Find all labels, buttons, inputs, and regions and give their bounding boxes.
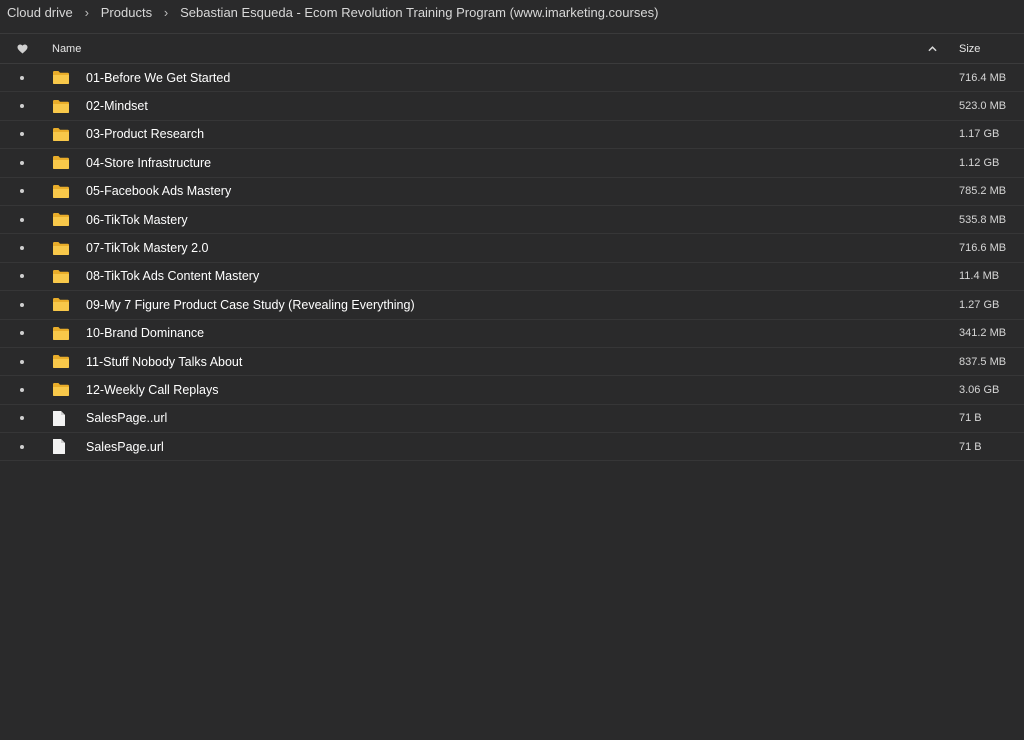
dot-icon <box>20 246 24 251</box>
folder-icon <box>52 92 70 119</box>
favorite-column-header[interactable] <box>0 34 44 63</box>
item-name[interactable]: 02-Mindset <box>86 92 148 119</box>
folder-row[interactable]: 05-Facebook Ads Mastery 785.2 MB <box>0 178 1024 206</box>
item-name[interactable]: 06-TikTok Mastery <box>86 206 188 233</box>
item-size: 716.6 MB <box>959 242 1007 255</box>
sort-ascending-button[interactable] <box>928 34 937 63</box>
dot-icon <box>20 387 24 392</box>
folder-row[interactable]: 01-Before We Get Started 716.4 MB <box>0 64 1024 93</box>
favorite-toggle[interactable] <box>0 121 44 148</box>
folder-icon <box>52 149 70 176</box>
size-column-header[interactable]: Size <box>959 34 980 63</box>
item-size: 837.5 MB <box>959 355 1007 368</box>
dot-icon <box>20 302 24 307</box>
folder-icon <box>52 263 70 290</box>
item-name[interactable]: 08-TikTok Ads Content Mastery <box>86 263 259 290</box>
folder-icon <box>52 178 70 205</box>
folder-icon <box>52 376 70 403</box>
dot-icon <box>20 274 24 279</box>
favorite-toggle[interactable] <box>0 178 44 205</box>
dot-icon <box>20 189 24 194</box>
item-name[interactable]: 12-Weekly Call Replays <box>86 376 218 403</box>
dot-icon <box>20 444 24 449</box>
breadcrumb-products[interactable]: Products <box>101 5 152 20</box>
folder-row[interactable]: 08-TikTok Ads Content Mastery 11.4 MB <box>0 263 1024 292</box>
rows-container: 01-Before We Get Started 716.4 MB 02-Minds… <box>0 64 1024 462</box>
item-size: 1.27 GB <box>959 298 1000 311</box>
favorite-toggle[interactable] <box>0 320 44 347</box>
item-name[interactable]: 07-TikTok Mastery 2.0 <box>86 234 209 261</box>
folder-row[interactable]: 11-Stuff Nobody Talks About 837.5 MB <box>0 348 1024 377</box>
dot-icon <box>20 416 24 421</box>
item-name[interactable]: 05-Facebook Ads Mastery <box>86 178 231 205</box>
folder-icon <box>52 320 70 347</box>
favorite-toggle[interactable] <box>0 376 44 403</box>
list-header: Name Size <box>0 34 1024 64</box>
dot-icon <box>20 160 24 165</box>
item-size: 71 B <box>959 412 982 425</box>
file-row[interactable]: SalesPage..url 71 B <box>0 405 1024 434</box>
file-list: Name Size 01-Before We Get Started 716.4 … <box>0 34 1024 462</box>
item-size: 716.4 MB <box>959 71 1007 84</box>
folder-row[interactable]: 02-Mindset 523.0 MB <box>0 92 1024 121</box>
dot-icon <box>20 104 24 109</box>
item-size: 341.2 MB <box>959 327 1007 340</box>
folder-icon <box>52 348 70 375</box>
dot-icon <box>20 359 24 364</box>
breadcrumb-current-folder[interactable]: Sebastian Esqueda - Ecom Revolution Trai… <box>180 5 658 20</box>
folder-row[interactable]: 03-Product Research 1.17 GB <box>0 121 1024 150</box>
item-size: 785.2 MB <box>959 185 1007 198</box>
item-size: 1.17 GB <box>959 128 1000 141</box>
file-icon <box>52 405 66 432</box>
item-size: 1.12 GB <box>959 156 1000 169</box>
folder-icon <box>52 291 70 318</box>
item-name[interactable]: 10-Brand Dominance <box>86 320 204 347</box>
favorite-toggle[interactable] <box>0 206 44 233</box>
breadcrumb-cloud-drive[interactable]: Cloud drive <box>7 5 73 20</box>
favorite-toggle[interactable] <box>0 92 44 119</box>
folder-row[interactable]: 10-Brand Dominance 341.2 MB <box>0 320 1024 348</box>
heart-icon <box>17 43 27 54</box>
folder-row[interactable]: 06-TikTok Mastery 535.8 MB <box>0 206 1024 235</box>
file-row[interactable]: SalesPage.url 71 B <box>0 433 1024 462</box>
name-column-header[interactable]: Name <box>52 34 81 63</box>
item-name[interactable]: 03-Product Research <box>86 121 204 148</box>
item-size: 3.06 GB <box>959 383 1000 396</box>
favorite-toggle[interactable] <box>0 64 44 91</box>
breadcrumb-separator-icon: › <box>163 4 169 20</box>
dot-icon <box>20 75 24 80</box>
folder-icon <box>52 234 70 261</box>
favorite-toggle[interactable] <box>0 263 44 290</box>
folder-icon <box>52 121 70 148</box>
item-size: 71 B <box>959 440 982 453</box>
dot-icon <box>20 132 24 137</box>
favorite-toggle[interactable] <box>0 291 44 318</box>
item-size: 535.8 MB <box>959 213 1007 226</box>
file-icon <box>52 433 66 460</box>
folder-row[interactable]: 07-TikTok Mastery 2.0 716.6 MB <box>0 234 1024 263</box>
item-name[interactable]: SalesPage.url <box>86 433 164 460</box>
folder-row[interactable]: 09-My 7 Figure Product Case Study (Revea… <box>0 291 1024 320</box>
item-size: 523.0 MB <box>959 100 1007 113</box>
breadcrumb: Cloud drive › Products › Sebastian Esque… <box>0 0 1024 24</box>
favorite-toggle[interactable] <box>0 234 44 261</box>
folder-icon <box>52 64 70 91</box>
favorite-toggle[interactable] <box>0 348 44 375</box>
folder-row[interactable]: 12-Weekly Call Replays 3.06 GB <box>0 376 1024 405</box>
item-name[interactable]: 11-Stuff Nobody Talks About <box>86 348 242 375</box>
item-name[interactable]: SalesPage..url <box>86 405 167 432</box>
breadcrumb-separator-icon: › <box>84 4 89 20</box>
dot-icon <box>20 331 24 336</box>
chevron-up-icon <box>928 45 937 51</box>
folder-row[interactable]: 04-Store Infrastructure 1.12 GB <box>0 149 1024 178</box>
item-name[interactable]: 04-Store Infrastructure <box>86 149 211 176</box>
item-name[interactable]: 09-My 7 Figure Product Case Study (Revea… <box>86 291 415 318</box>
favorite-toggle[interactable] <box>0 433 44 460</box>
item-name[interactable]: 01-Before We Get Started <box>86 64 230 91</box>
item-size: 11.4 MB <box>959 270 1000 283</box>
favorite-toggle[interactable] <box>0 405 44 432</box>
folder-icon <box>52 206 70 233</box>
dot-icon <box>20 217 24 222</box>
favorite-toggle[interactable] <box>0 149 44 176</box>
